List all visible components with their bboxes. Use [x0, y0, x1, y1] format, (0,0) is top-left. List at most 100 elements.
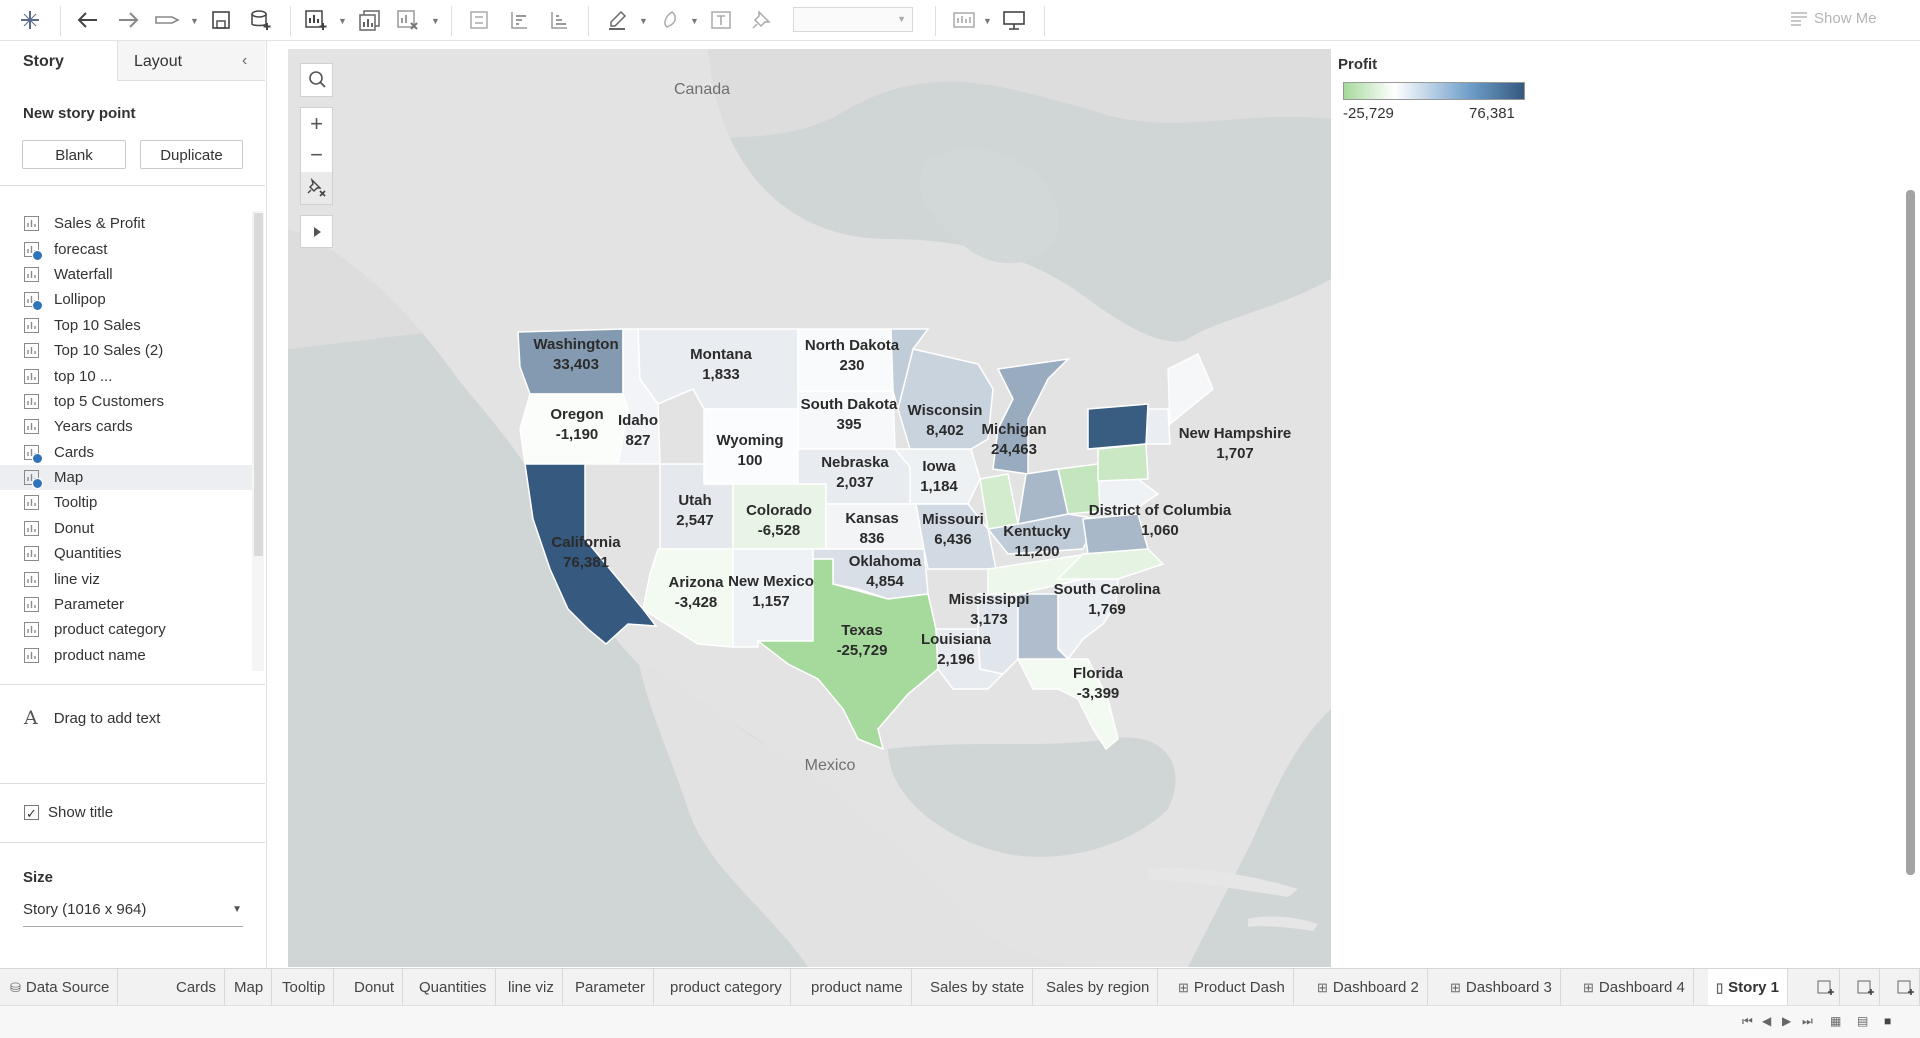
sheet-item-label: Years cards	[54, 418, 133, 436]
state-new-hampshire[interactable]	[1145, 408, 1171, 445]
sheet-tab[interactable]: product name	[803, 969, 912, 1006]
group-icon[interactable]	[655, 6, 685, 34]
expand-toolbar-icon[interactable]	[300, 215, 333, 248]
fit-dropdown[interactable]: ▼	[793, 7, 913, 32]
save-icon[interactable]	[206, 6, 236, 34]
sheet-item[interactable]: Quantities	[0, 541, 252, 566]
sheet-tab[interactable]: line viz	[500, 969, 563, 1006]
replay-icon[interactable]	[152, 6, 182, 34]
collapse-panel-icon[interactable]: ‹	[242, 52, 247, 70]
sort-ascending-icon[interactable]	[504, 6, 534, 34]
state-pennsylvania[interactable]	[1097, 443, 1149, 482]
sheet-tab[interactable]: Donut	[346, 969, 404, 1006]
presentation-icon[interactable]	[999, 6, 1029, 34]
sheet-tab[interactable]: ⊞ Product Dash	[1170, 969, 1294, 1006]
duplicate-sheet-icon[interactable]	[355, 6, 385, 34]
drag-to-add-text[interactable]: A Drag to add text	[24, 707, 160, 729]
new-dashboard-tab-icon[interactable]	[1853, 969, 1880, 1006]
pin-icon[interactable]	[746, 6, 776, 34]
sheet-item[interactable]: Map	[0, 464, 252, 491]
size-dropdown[interactable]: Story (1016 x 964) ▼	[23, 901, 243, 927]
next-page-icon[interactable]: ▶	[1782, 1014, 1791, 1028]
state-name-label: District of Columbia	[1089, 502, 1232, 519]
sheet-item[interactable]: Cards	[0, 440, 252, 465]
sheet-item[interactable]: line viz	[0, 566, 252, 591]
sheet-list-scrollbar[interactable]	[252, 211, 264, 671]
duplicate-button[interactable]: Duplicate	[140, 140, 243, 169]
grid-view-icon[interactable]: ▦	[1830, 1014, 1841, 1028]
sheet-item[interactable]: product name	[0, 643, 252, 668]
map-search-icon[interactable]	[300, 63, 333, 97]
blank-button[interactable]: Blank	[22, 140, 126, 169]
zoom-in-icon[interactable]: +	[301, 108, 332, 140]
sheet-item[interactable]: Waterfall	[0, 262, 252, 287]
reset-map-icon[interactable]	[301, 172, 332, 204]
show-me-label: Show Me	[1814, 10, 1877, 27]
sheet-item-label: Cards	[54, 443, 95, 461]
list-view-icon[interactable]: ▤	[1857, 1014, 1868, 1028]
sheet-tab[interactable]: ⊞ Dashboard 4	[1575, 969, 1694, 1006]
sheet-tab[interactable]: ⊞ Dashboard 2	[1309, 969, 1428, 1006]
sheet-tab[interactable]: Map	[226, 969, 273, 1006]
sheet-tab-label: Parameter	[575, 979, 646, 996]
sheet-tab[interactable]: Cards	[168, 969, 226, 1006]
state-virginia[interactable]	[1082, 513, 1149, 555]
zoom-out-icon[interactable]: −	[301, 140, 332, 172]
dashboard-icon: ⊞	[1178, 979, 1189, 995]
state-profit-label: -6,528	[758, 522, 801, 539]
new-worksheet-tab-icon[interactable]	[1813, 969, 1840, 1006]
new-worksheet-icon[interactable]	[301, 6, 331, 34]
label-icon[interactable]	[706, 6, 736, 34]
new-datasource-icon[interactable]	[246, 6, 276, 34]
sheet-item[interactable]: Years cards	[0, 414, 252, 439]
sheet-tab-label: Quantities	[419, 979, 487, 996]
worksheet-icon	[24, 419, 39, 435]
sheet-tab[interactable]: Parameter	[567, 969, 655, 1006]
redo-icon[interactable]	[113, 6, 143, 34]
sheet-item[interactable]: Tooltip	[0, 490, 252, 515]
state-name-label: Idaho	[618, 412, 658, 429]
tab-story[interactable]: Story	[0, 41, 117, 81]
sheet-tab[interactable]: Sales by state	[922, 969, 1034, 1006]
sheet-item[interactable]: top 5 Customers	[0, 389, 252, 414]
state-name-label: Wisconsin	[908, 402, 983, 419]
sheet-tab[interactable]: Quantities	[411, 969, 496, 1006]
worksheet-icon	[24, 520, 39, 536]
sheet-item[interactable]: Parameter	[0, 592, 252, 617]
previous-page-icon[interactable]: ◀	[1762, 1014, 1771, 1028]
sheet-item[interactable]: forecast	[0, 236, 252, 261]
sheet-tab[interactable]: ▯ Story 1	[1708, 969, 1789, 1006]
sheet-tab[interactable]: Tooltip	[274, 969, 335, 1006]
undo-icon[interactable]	[73, 6, 103, 34]
highlight-icon[interactable]	[603, 6, 633, 34]
last-page-icon[interactable]: ⏭	[1802, 1014, 1813, 1029]
sheet-tab[interactable]: product category	[662, 969, 791, 1006]
sheet-tab[interactable]: Sales by region	[1038, 969, 1159, 1006]
clear-sheet-icon[interactable]	[393, 6, 423, 34]
state-indiana[interactable]	[1017, 468, 1069, 525]
sort-descending-icon[interactable]	[544, 6, 574, 34]
sheet-tab[interactable]: ⊞ Dashboard 3	[1442, 969, 1561, 1006]
sheet-item[interactable]: top 10 ...	[0, 363, 252, 388]
sheet-item[interactable]: Donut	[0, 516, 252, 541]
profit-map[interactable]: Washington 33,403 Oregon -1,190 California 76…	[288, 49, 1331, 967]
new-story-tab-icon[interactable]	[1893, 969, 1920, 1006]
first-page-icon[interactable]: ⏮	[1742, 1014, 1753, 1029]
sheet-item[interactable]: product category	[0, 617, 252, 642]
checkbox-icon[interactable]: ✓	[24, 805, 39, 821]
state-new-york[interactable]	[1087, 403, 1149, 450]
tableau-logo-icon[interactable]	[15, 6, 45, 34]
show-title-checkbox[interactable]: ✓ Show title	[24, 804, 113, 821]
sheet-item[interactable]: Lollipop	[0, 287, 252, 312]
sheet-tab-label: Product Dash	[1193, 979, 1285, 996]
sheet-item[interactable]: Sales & Profit	[0, 211, 252, 236]
legend-color-ramp[interactable]	[1343, 82, 1525, 100]
sheet-item[interactable]: Top 10 Sales (2)	[0, 338, 252, 363]
sheet-item[interactable]: Top 10 Sales	[0, 313, 252, 338]
fit-icon[interactable]	[950, 6, 980, 34]
swap-icon[interactable]	[464, 6, 494, 34]
page-scrollbar[interactable]	[1906, 190, 1915, 875]
show-me-button[interactable]: Show Me	[1790, 10, 1877, 27]
film-view-icon[interactable]: ■	[1884, 1014, 1891, 1028]
sheet-tab[interactable]: ⛁ Data Source	[2, 969, 119, 1006]
